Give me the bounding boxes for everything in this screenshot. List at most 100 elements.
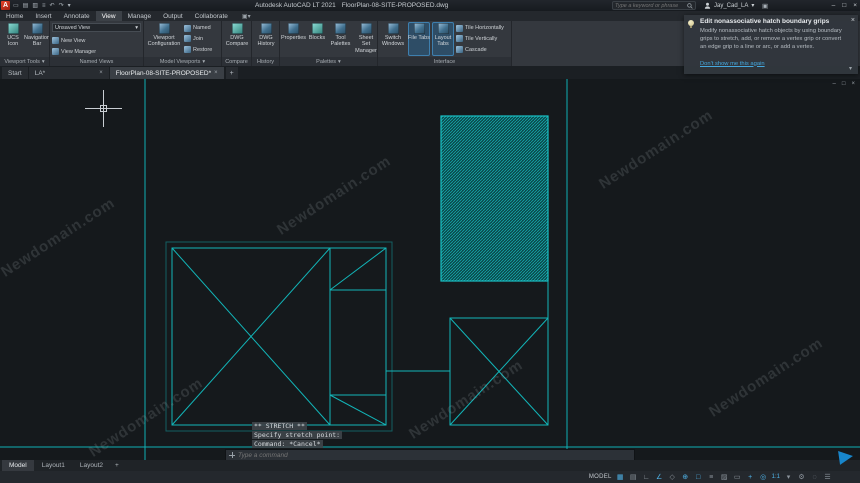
search-input[interactable] (615, 2, 687, 9)
file-tab-start[interactable]: Start (2, 67, 28, 79)
file-tab-floorplan[interactable]: FloorPlan-08-SITE-PROPOSED* × (109, 67, 224, 79)
minimize-button[interactable]: – (832, 2, 836, 9)
properties-palette-button[interactable]: Properties (281, 22, 306, 56)
qat-plot-icon[interactable]: ≡ (42, 3, 46, 9)
new-layout-button[interactable]: + (111, 462, 123, 469)
file-tabs-icon (413, 23, 425, 34)
viewport-configuration-button[interactable]: Viewport Configuration (146, 22, 182, 56)
file-tabs-toggle-button[interactable]: File Tabs (408, 22, 430, 56)
switch-windows-button[interactable]: Switch Windows (380, 22, 406, 56)
tab-annotate[interactable]: Annotate (58, 11, 96, 21)
help-search-box[interactable] (612, 1, 696, 10)
button-label: Sheet Set Manager (355, 35, 377, 54)
notification-title: Edit nonassociative hatch boundary grips (700, 18, 830, 25)
restore-viewport-button[interactable]: Restore (184, 46, 212, 54)
tab-layout2[interactable]: Layout2 (73, 460, 110, 471)
notification-close-icon[interactable]: × (851, 17, 855, 24)
customize-menu-icon[interactable]: ☰ (823, 474, 832, 481)
signed-in-user[interactable]: Jay_Cad_LA ▾ (704, 0, 754, 11)
join-viewport-button[interactable]: Join (184, 35, 212, 43)
tile-vertically-button[interactable]: Tile Vertically (456, 35, 504, 43)
isolate-objects-icon[interactable]: ◌ (810, 474, 819, 481)
panel-label-interface[interactable]: Interface (378, 57, 511, 66)
dwg-compare-button[interactable]: DWG Compare (224, 22, 250, 56)
selection-cycling-icon[interactable]: ▭ (733, 474, 742, 481)
command-input[interactable] (238, 451, 631, 459)
new-view-button[interactable]: New View (52, 37, 141, 44)
transparency-icon[interactable]: ▨ (720, 474, 729, 481)
qat-new-icon[interactable]: ▭ (13, 3, 19, 9)
dwg-history-button[interactable]: DWG History (254, 22, 278, 56)
annotation-scale[interactable]: 1:1 (772, 474, 780, 480)
snap-mode-icon[interactable]: ▤ (629, 474, 638, 481)
model-space-toggle[interactable]: MODEL (589, 474, 612, 480)
button-label: UCS Icon (7, 35, 19, 48)
close-tab-icon[interactable]: × (214, 70, 218, 76)
qat-dropdown-icon[interactable]: ▾ (68, 3, 71, 9)
view-dropdown-value: Unsaved View (55, 24, 91, 31)
panel-label-palettes[interactable]: Palettes ▾ (280, 57, 377, 66)
grid-icon[interactable]: ▦ (616, 474, 625, 481)
navigation-bar-button[interactable]: Navigation Bar (24, 22, 49, 56)
restore-button[interactable]: □ (842, 2, 846, 9)
tab-model[interactable]: Model (2, 460, 34, 471)
close-button[interactable]: × (853, 2, 857, 9)
named-viewport-button[interactable]: Named (184, 24, 212, 32)
isodraft-icon[interactable]: ◇ (668, 474, 677, 481)
dont-show-again-link[interactable]: Don't show me this again (700, 61, 765, 67)
new-drawing-tab-button[interactable]: + (225, 67, 238, 79)
panel-label-viewport-tools[interactable]: Viewport Tools ▾ (0, 57, 49, 66)
ribbon-display-toggle-icon[interactable]: ▣ ▾ (238, 11, 255, 21)
close-tab-icon[interactable]: × (99, 70, 103, 76)
panel-expand-icon: ▾ (202, 58, 206, 65)
tool-palettes-button[interactable]: Tool Palettes (329, 22, 352, 56)
object-snap-tracking-icon[interactable]: ⊕ (681, 474, 690, 481)
polar-tracking-icon[interactable]: ∠ (655, 474, 664, 481)
scale-dropdown-icon[interactable]: ▾ (784, 474, 793, 481)
doc-close-button[interactable]: × (851, 81, 855, 87)
command-line[interactable] (225, 449, 635, 460)
clean-screen-arrow-icon[interactable] (838, 449, 854, 465)
qat-open-icon[interactable]: ▤ (23, 3, 29, 9)
ortho-icon[interactable]: ∟ (642, 474, 651, 481)
customize-icon[interactable] (229, 452, 235, 458)
blocks-palette-button[interactable]: Blocks (307, 22, 327, 56)
view-dropdown[interactable]: Unsaved View ▾ (52, 23, 141, 32)
tip-notification-popup: Edit nonassociative hatch boundary grips… (684, 15, 858, 74)
tile-horizontally-button[interactable]: Tile Horizontally (456, 24, 504, 32)
tab-view[interactable]: View (95, 11, 122, 21)
tab-output[interactable]: Output (157, 11, 189, 21)
tab-layout1[interactable]: Layout1 (35, 460, 72, 471)
panel-label-compare[interactable]: Compare (222, 57, 251, 66)
tab-collaborate[interactable]: Collaborate (189, 11, 234, 21)
view-manager-button[interactable]: View Manager (52, 48, 141, 55)
notification-expand-icon[interactable]: ▾ (849, 66, 852, 72)
layout-tabs-toggle-button[interactable]: Layout Tabs (432, 22, 454, 56)
tab-home[interactable]: Home (0, 11, 29, 21)
object-snap-icon[interactable]: □ (694, 474, 703, 481)
join-viewport-icon (184, 35, 191, 43)
sheet-set-manager-button[interactable]: Sheet Set Manager (354, 22, 377, 56)
workspace-gear-icon[interactable]: ⚙ (797, 474, 806, 481)
doc-restore-button[interactable]: □ (842, 81, 846, 87)
panel-label-model-viewports[interactable]: Model Viewports ▾ (144, 57, 221, 66)
doc-minimize-button[interactable]: – (833, 81, 836, 87)
tool-palettes-icon (335, 23, 346, 34)
qat-save-icon[interactable]: ▥ (32, 3, 38, 9)
app-store-cart-icon[interactable]: ▣ (762, 2, 768, 10)
lineweight-icon[interactable]: ≡ (707, 474, 716, 481)
cascade-button[interactable]: Cascade (456, 46, 504, 54)
panel-label-history[interactable]: History (252, 57, 279, 66)
drawing-area[interactable]: Newdomain.com Newdomain.com Newdomain.co… (0, 79, 860, 460)
tab-manage[interactable]: Manage (122, 11, 158, 21)
file-tab-la[interactable]: LA* × (28, 67, 109, 79)
panel-label-named-views[interactable]: Named Views (50, 57, 143, 66)
dynamic-input-icon[interactable]: + (746, 474, 755, 481)
panel-model-viewports: Viewport Configuration Named Join Restor… (144, 21, 222, 66)
qat-redo-icon[interactable]: ↷ (59, 3, 64, 9)
ucs-icon-button[interactable]: UCS Icon (2, 22, 24, 56)
tab-insert[interactable]: Insert (29, 11, 57, 21)
qat-undo-icon[interactable]: ↶ (50, 3, 55, 9)
autocad-logo-icon[interactable]: A (1, 1, 10, 10)
annotation-visibility-icon[interactable]: ◎ (759, 474, 768, 481)
